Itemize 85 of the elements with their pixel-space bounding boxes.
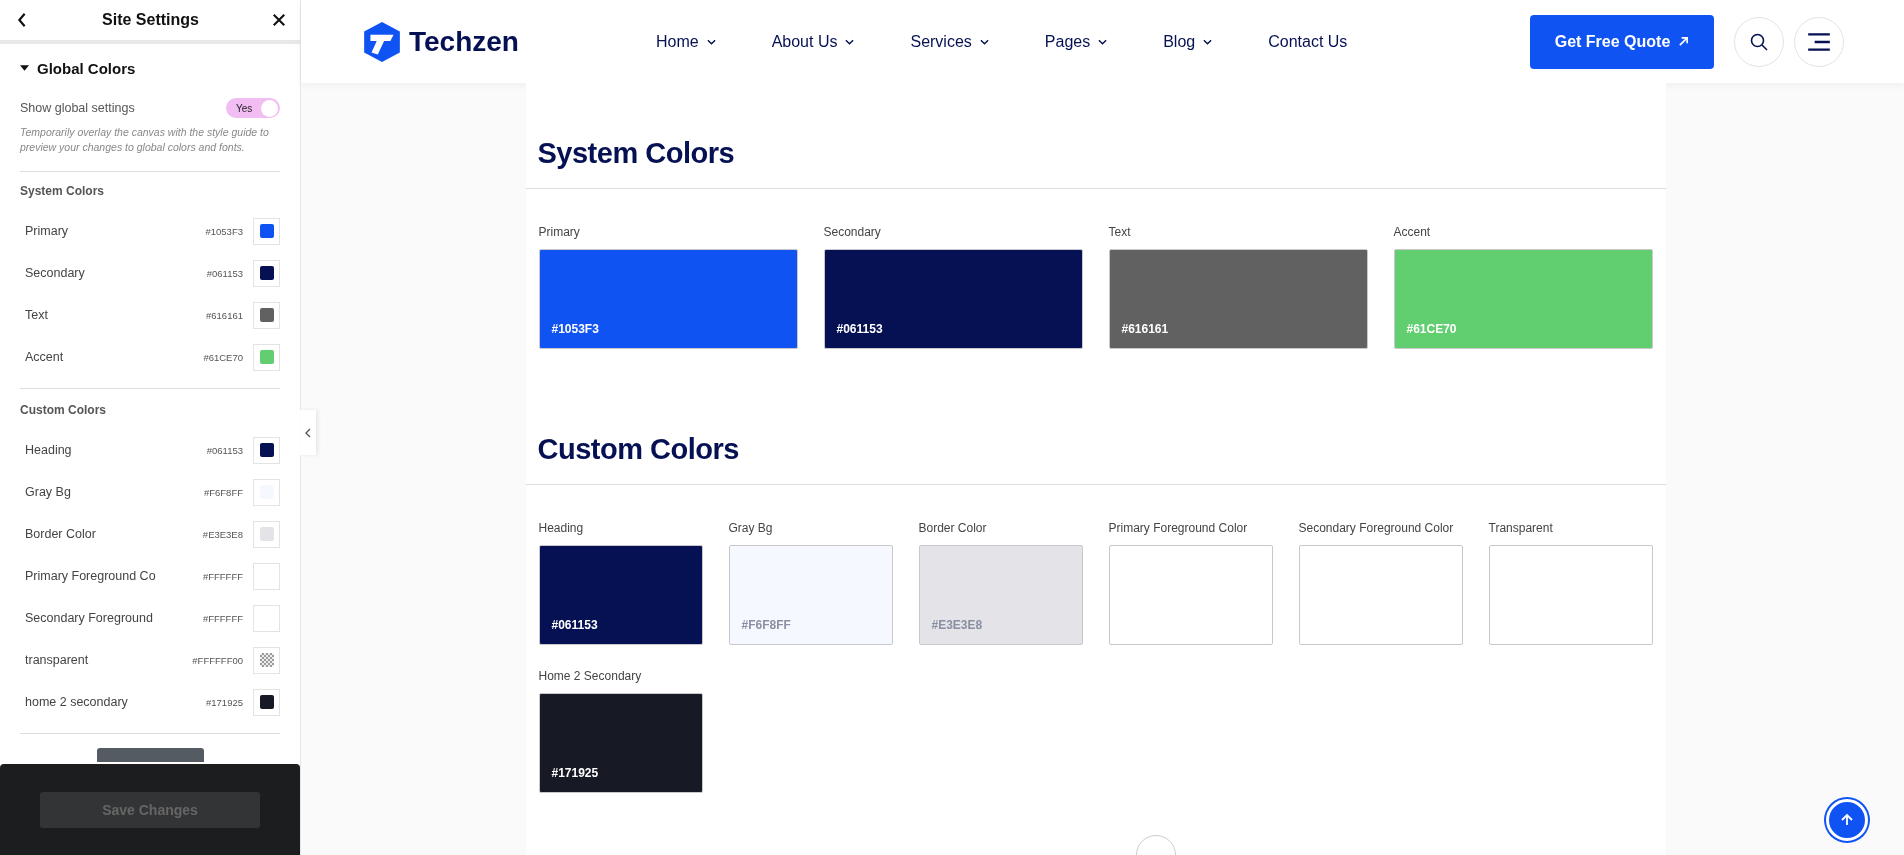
chevron-down-icon	[845, 38, 855, 45]
chevron-down-icon	[706, 38, 716, 45]
swatch-hex: #061153	[551, 618, 598, 632]
section-heading: System Colors	[525, 137, 1666, 189]
color-name: home 2 secondary	[24, 695, 129, 709]
swatch-label: Secondary	[823, 225, 882, 239]
color-picker[interactable]	[253, 217, 280, 245]
color-hex: #61CE70	[203, 351, 243, 363]
menu-icon	[1806, 31, 1832, 52]
swatch-label: Home 2 Secondary	[538, 669, 643, 683]
caret-icon[interactable]	[20, 65, 29, 71]
nav-link[interactable]: Pages	[1044, 32, 1108, 51]
color-picker[interactable]	[253, 604, 280, 632]
toggle-label: Show global settings	[20, 101, 135, 115]
section-heading: Custom Colors	[525, 433, 1666, 485]
swatch-label: Transparent	[1488, 521, 1554, 535]
swatch-hex: #61CE70	[1406, 322, 1457, 336]
swatch-label: Heading	[538, 521, 585, 535]
color-picker[interactable]	[253, 562, 280, 590]
swatch-hex: #171925	[551, 766, 599, 780]
color-picker[interactable]	[253, 343, 280, 371]
color-hex: #061153	[206, 444, 243, 456]
nav-link[interactable]: Blog	[1163, 32, 1213, 51]
close-icon[interactable]	[272, 12, 286, 28]
color-picker[interactable]	[253, 520, 280, 548]
logo-text[interactable]: Techzen	[409, 25, 519, 58]
color-hex: #061153	[206, 267, 243, 279]
swatch-hex: #E3E3E8	[931, 618, 983, 632]
color-hex: #FFFFFF	[202, 612, 243, 624]
chevron-down-icon	[979, 38, 989, 45]
quote-button[interactable]: Get Free Quote	[1530, 14, 1714, 69]
color-name: Primary Foreground Co	[24, 569, 157, 583]
color-hex: #FFFFFF00	[192, 654, 243, 666]
color-picker[interactable]	[253, 436, 280, 464]
swatch-label: Primary	[538, 225, 581, 239]
scroll-top-button[interactable]	[1826, 799, 1868, 841]
color-name: Text	[24, 308, 49, 322]
search-button[interactable]	[1734, 16, 1784, 67]
color-name: Heading	[24, 443, 73, 457]
swatch-label: Gray Bg	[728, 521, 774, 535]
menu-button[interactable]	[1794, 16, 1844, 67]
swatch-label: Primary Foreground Color	[1108, 521, 1249, 535]
section-title[interactable]: Global Colors	[37, 59, 136, 77]
swatch-hex: #F6F8FF	[741, 618, 791, 632]
toggle-switch[interactable]: Yes	[226, 98, 280, 118]
search-icon	[1749, 31, 1769, 52]
nav-link[interactable]: Home	[655, 32, 716, 51]
swatch-label: Secondary Foreground Color	[1298, 521, 1455, 535]
color-name: Secondary Foreground	[24, 611, 154, 625]
swatch-hex: #616161	[1121, 322, 1169, 336]
nav-link[interactable]: Contact Us	[1268, 32, 1348, 51]
chevron-down-icon	[1098, 38, 1108, 45]
color-name: Gray Bg	[24, 485, 72, 499]
swatch-label: Border Color	[918, 521, 988, 535]
logo-icon	[361, 20, 403, 63]
color-hex: #F6F8FF	[203, 486, 243, 498]
arrow-up-icon	[1840, 813, 1854, 827]
color-hex: #E3E3E8	[202, 528, 243, 540]
hint-text: Temporarily overlay the canvas with the style guide to preview your changes to global colors and fonts.	[20, 125, 280, 172]
nav-link[interactable]: Services	[910, 32, 989, 51]
color-name: Primary	[24, 224, 70, 238]
chevron-down-icon	[1203, 38, 1213, 45]
color-name: Border Color	[24, 527, 97, 541]
color-name: Accent	[24, 350, 65, 364]
color-hex: #616161	[206, 309, 243, 321]
color-name: transparent	[24, 653, 90, 667]
color-hex: #171925	[206, 696, 243, 708]
color-picker[interactable]	[253, 259, 280, 287]
color-picker[interactable]	[253, 646, 280, 674]
color-hex: #1053F3	[205, 225, 243, 237]
group-title: Custom Colors	[20, 403, 107, 417]
color-hex: #FFFFFF	[202, 570, 243, 582]
swatch-hex: #1053F3	[551, 322, 599, 336]
swatch-label: Accent	[1393, 225, 1432, 239]
nav-link[interactable]: About Us	[771, 32, 855, 51]
color-picker[interactable]	[253, 688, 280, 716]
panel-title: Site Settings	[102, 11, 199, 29]
color-picker[interactable]	[253, 478, 280, 506]
group-title: System Colors	[20, 184, 106, 198]
swatch-hex: #061153	[836, 322, 883, 336]
swatch-label: Text	[1108, 225, 1132, 239]
collapse-handle[interactable]	[300, 410, 316, 455]
color-name: Secondary	[24, 266, 86, 280]
arrow-icon	[1678, 36, 1690, 47]
color-picker[interactable]	[253, 301, 280, 329]
